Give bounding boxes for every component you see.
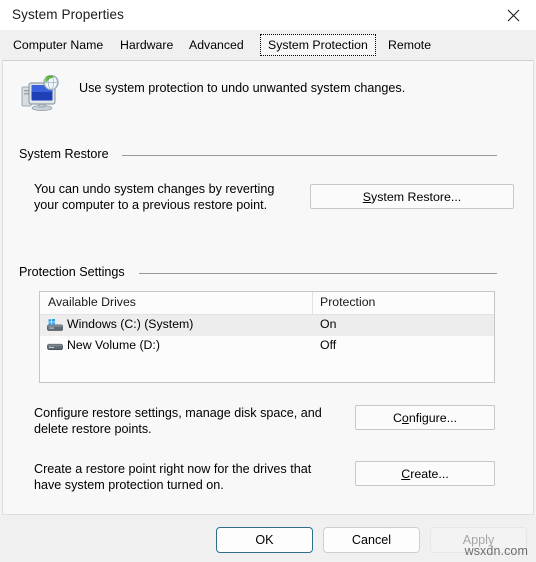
drive-protection-status: Off xyxy=(320,338,337,352)
system-restore-button-label: ystem Restore... xyxy=(371,189,462,204)
system-restore-button[interactable]: System Restore... xyxy=(310,184,514,209)
group-rule-system-restore xyxy=(122,155,497,156)
tab-system-protection[interactable]: System Protection xyxy=(260,34,376,56)
configure-button-accel: o xyxy=(401,410,409,425)
window-title: System Properties xyxy=(12,7,124,22)
close-icon[interactable] xyxy=(491,0,536,30)
title-bar: System Properties xyxy=(0,0,536,30)
create-description-line1: Create a restore point right now for the… xyxy=(34,462,312,476)
intro-text: Use system protection to undo unwanted s… xyxy=(79,81,406,95)
system-protection-icon xyxy=(21,74,63,114)
watermark: wsxdn.com xyxy=(464,544,528,558)
drive-name: Windows (C:) (System) xyxy=(67,317,194,331)
drive-glyph xyxy=(47,343,63,350)
table-row[interactable]: Windows (C:) (System) On xyxy=(40,315,494,336)
create-description: Create a restore point right now for the… xyxy=(34,461,344,493)
close-glyph xyxy=(507,9,520,21)
group-label-protection-settings: Protection Settings xyxy=(19,265,132,279)
column-header-protection[interactable]: Protection xyxy=(320,295,375,309)
system-restore-description: You can undo system changes by reverting… xyxy=(34,181,304,213)
table-header-row: Available Drives Protection xyxy=(40,292,494,315)
group-rule-protection-settings xyxy=(139,273,497,274)
system-properties-window: System Properties Computer Name Hardware… xyxy=(0,0,536,562)
available-drives-table[interactable]: Available Drives Protection Windows (C:)… xyxy=(39,291,495,383)
tab-hardware[interactable]: Hardware xyxy=(113,34,180,56)
ok-button[interactable]: OK xyxy=(216,527,313,553)
system-restore-button-accel: S xyxy=(362,189,372,204)
dialog-footer: OK Cancel Apply xyxy=(0,515,536,562)
system-restore-description-line1: You can undo system changes by reverting xyxy=(34,182,275,196)
table-row[interactable]: New Volume (D:) Off xyxy=(40,336,494,357)
configure-button-pre: C xyxy=(392,410,402,425)
group-label-system-restore: System Restore xyxy=(19,147,116,161)
column-divider[interactable] xyxy=(312,292,313,314)
configure-description-line2: delete restore points. xyxy=(34,422,152,436)
tab-advanced[interactable]: Advanced xyxy=(182,34,251,56)
create-button-accel: C xyxy=(401,466,411,481)
tab-strip: Computer Name Hardware Advanced System P… xyxy=(0,30,536,60)
windows-drive-icon xyxy=(47,319,63,332)
tab-computer-name[interactable]: Computer Name xyxy=(6,34,110,56)
windows-drive-glyph xyxy=(47,319,63,331)
tab-remote[interactable]: Remote xyxy=(381,34,438,56)
cancel-button[interactable]: Cancel xyxy=(323,527,420,553)
create-description-line2: have system protection turned on. xyxy=(34,478,224,492)
drive-name: New Volume (D:) xyxy=(67,338,160,352)
system-protection-panel: Use system protection to undo unwanted s… xyxy=(2,60,534,515)
configure-button-label: nfigure... xyxy=(408,410,458,425)
drive-icon xyxy=(47,340,63,353)
configure-description: Configure restore settings, manage disk … xyxy=(34,405,334,437)
create-button[interactable]: Create... xyxy=(355,461,495,486)
system-restore-description-line2: your computer to a previous restore poin… xyxy=(34,198,268,212)
system-protection-glyph xyxy=(21,74,59,111)
column-header-available-drives[interactable]: Available Drives xyxy=(48,295,136,309)
configure-description-line1: Configure restore settings, manage disk … xyxy=(34,406,322,420)
drive-protection-status: On xyxy=(320,317,337,331)
configure-button[interactable]: Co nfigure... xyxy=(355,405,495,430)
create-button-label: reate... xyxy=(410,466,449,481)
